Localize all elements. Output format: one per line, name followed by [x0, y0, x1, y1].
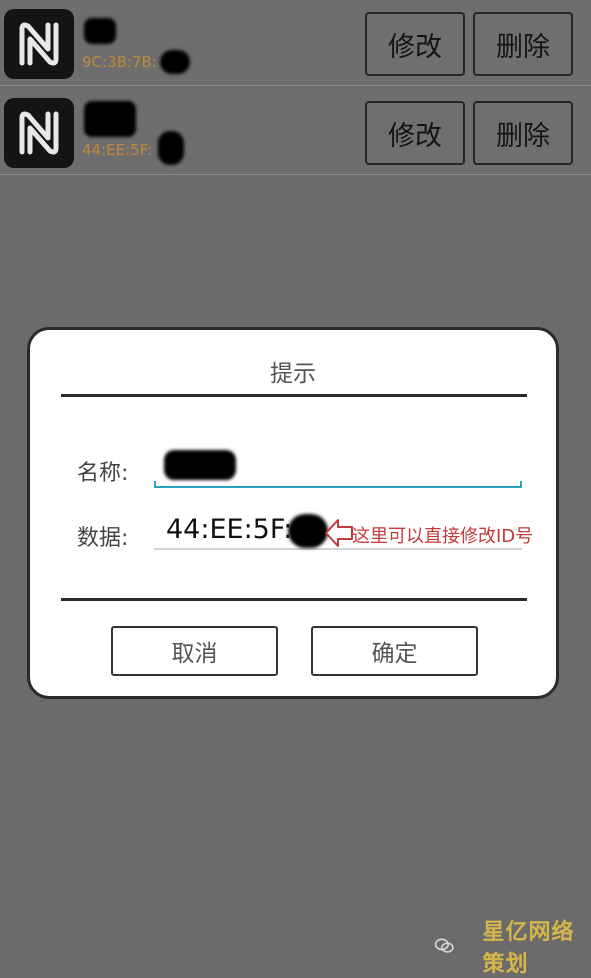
data-field-value: 44:EE:5F: — [166, 514, 293, 545]
record-id: 44:EE:5F: — [82, 141, 153, 159]
name-field[interactable] — [154, 448, 522, 488]
annotation-text: 这里可以直接修改ID号 — [352, 526, 534, 547]
divider — [61, 598, 527, 601]
delete-button[interactable]: 删除 — [473, 101, 573, 165]
left-arrow-icon — [325, 519, 353, 547]
divider — [61, 394, 527, 397]
watermark: 星亿网络策划 — [434, 914, 591, 978]
nfc-icon — [4, 98, 74, 168]
redacted-name — [84, 101, 136, 137]
redacted-id-suffix — [160, 50, 190, 74]
nfc-icon — [4, 9, 74, 79]
data-label: 数据: — [77, 526, 129, 551]
edit-dialog: 提示 名称: 数据: 44:EE:5F: 这里可以直接修改ID号 取消 确定 — [27, 327, 559, 699]
redacted-name-value — [164, 450, 236, 480]
redacted-data-suffix — [288, 514, 328, 548]
wechat-icon — [434, 938, 454, 953]
cancel-button[interactable]: 取消 — [111, 626, 278, 676]
redacted-name — [84, 18, 116, 44]
nfc-record-row[interactable]: 9C:3B:7B: 修改 删除 — [0, 0, 591, 86]
record-id: 9C:3B:7B: — [82, 53, 157, 71]
edit-button[interactable]: 修改 — [365, 101, 465, 165]
confirm-button[interactable]: 确定 — [311, 626, 478, 676]
edit-button[interactable]: 修改 — [365, 12, 465, 76]
watermark-text: 星亿网络策划 — [482, 920, 575, 977]
nfc-record-row[interactable]: 44:EE:5F: 修改 删除 — [0, 89, 591, 175]
dialog-title: 提示 — [270, 361, 316, 387]
delete-button[interactable]: 删除 — [473, 12, 573, 76]
redacted-id-suffix — [158, 131, 184, 165]
name-label: 名称: — [77, 461, 129, 486]
